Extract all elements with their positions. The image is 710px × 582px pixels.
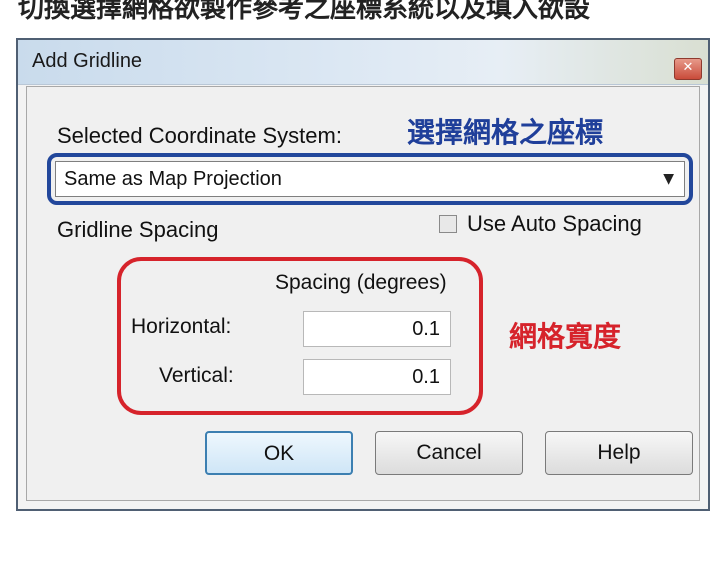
coordinate-system-dropdown[interactable]: Same as Map Projection ▼	[55, 161, 685, 197]
spacing-degrees-header: Spacing (degrees)	[275, 271, 447, 294]
dialog-titlebar[interactable]: Add Gridline ✕	[18, 40, 708, 85]
dialog-title: Add Gridline	[32, 50, 143, 72]
close-icon: ✕	[682, 60, 694, 75]
vertical-spacing-value: 0.1	[412, 366, 440, 388]
horizontal-label: Horizontal:	[131, 315, 232, 338]
help-button[interactable]: Help	[545, 431, 693, 475]
vertical-label: Vertical:	[159, 364, 234, 387]
ok-button[interactable]: OK	[205, 431, 353, 475]
cancel-button[interactable]: Cancel	[375, 431, 523, 475]
dialog-body: Selected Coordinate System: 選擇網格之座標 Same…	[26, 86, 700, 501]
gridline-spacing-label: Gridline Spacing	[57, 217, 219, 242]
vertical-spacing-input[interactable]: 0.1	[303, 359, 451, 395]
page-caption: 切換選擇網格欲製作參考之座標系統以及填入欲設	[18, 0, 591, 24]
chevron-down-icon: ▼	[663, 171, 674, 187]
horizontal-spacing-input[interactable]: 0.1	[303, 311, 451, 347]
horizontal-spacing-value: 0.1	[412, 318, 440, 340]
coordinate-system-value: Same as Map Projection	[64, 168, 282, 190]
close-button[interactable]: ✕	[674, 58, 702, 80]
use-auto-spacing-label[interactable]: Use Auto Spacing	[467, 211, 642, 237]
use-auto-spacing-checkbox[interactable]	[439, 215, 457, 233]
spacing-annotation: 網格寬度	[509, 320, 622, 353]
coordinate-system-label: Selected Coordinate System:	[57, 123, 342, 148]
coordinate-annotation: 選擇網格之座標	[407, 116, 604, 149]
add-gridline-dialog: Add Gridline ✕ Selected Coordinate Syste…	[16, 38, 710, 511]
